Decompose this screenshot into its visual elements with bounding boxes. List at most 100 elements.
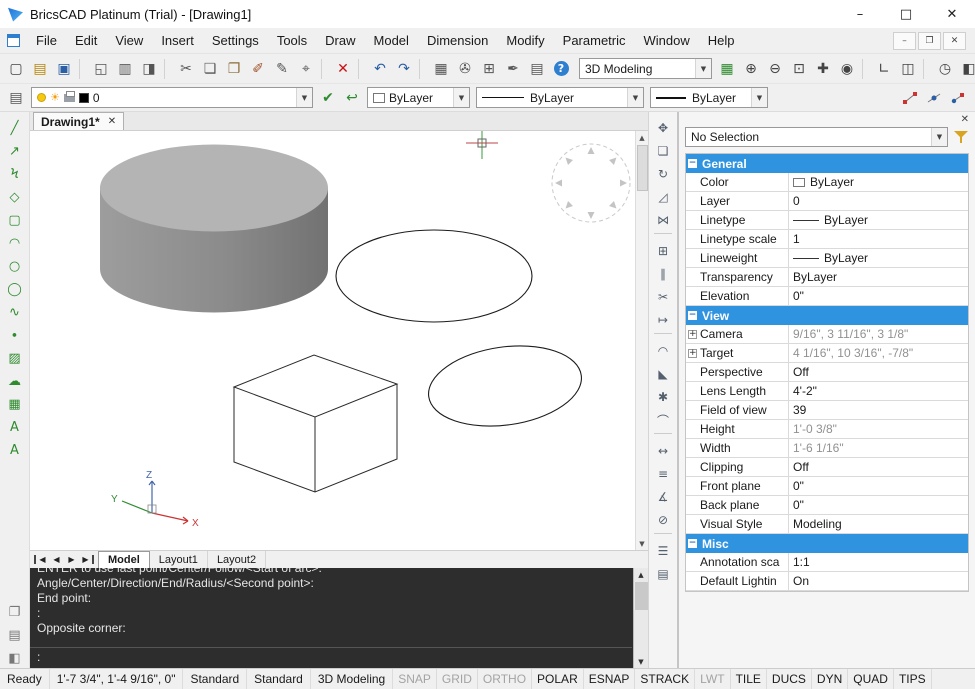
menu-item[interactable]: Draw	[316, 28, 364, 54]
property-value[interactable]: 39	[789, 403, 968, 417]
workspace-dropdown[interactable]: 3D Modeling ▼	[579, 58, 712, 79]
ellipse-icon[interactable]: ◯	[4, 279, 26, 299]
property-value[interactable]: ByLayer	[789, 213, 968, 227]
property-value[interactable]: ByLayer	[789, 270, 968, 284]
print-preview-icon[interactable]: ◱	[89, 57, 113, 81]
circle-icon[interactable]: ○	[4, 256, 26, 276]
property-value[interactable]: On	[789, 574, 968, 588]
sheet-set-icon[interactable]: ❐	[4, 602, 26, 622]
mdi-restore-button[interactable]: ❐	[918, 32, 941, 50]
zoom-window-icon[interactable]: ⊡	[787, 57, 811, 81]
zoom-out-icon[interactable]: ⊖	[763, 57, 787, 81]
chevron-down-icon[interactable]: ▼	[453, 88, 469, 107]
chevron-down-icon[interactable]: ▼	[751, 88, 767, 107]
offset-icon[interactable]: ∥	[652, 264, 674, 284]
property-value[interactable]: ByLayer	[789, 251, 968, 265]
collapse-icon[interactable]: −	[688, 539, 697, 548]
document-tab[interactable]: Drawing1* ✕	[33, 112, 124, 130]
menu-item[interactable]: View	[106, 28, 152, 54]
chevron-down-icon[interactable]: ▼	[931, 128, 947, 146]
section-header-view[interactable]: − View	[686, 306, 968, 325]
property-value[interactable]: 0"	[789, 498, 968, 512]
property-value[interactable]: 0"	[789, 479, 968, 493]
rectangle-icon[interactable]: ▢	[4, 210, 26, 230]
scale-icon[interactable]: ◿	[652, 187, 674, 207]
scroll-up-icon[interactable]: ▲	[634, 568, 648, 581]
toggle-polar[interactable]: POLAR	[532, 669, 584, 689]
look-icon[interactable]: ◉	[835, 57, 859, 81]
property-row[interactable]: Lens Length 4'-2"	[686, 382, 968, 401]
property-row[interactable]: Lineweight ByLayer	[686, 249, 968, 268]
last-layout-icon[interactable]: ▶	[79, 555, 94, 564]
property-value[interactable]: ByLayer	[789, 175, 968, 189]
property-value[interactable]: 0"	[789, 289, 968, 303]
delete-icon[interactable]: ✕	[331, 57, 355, 81]
property-value[interactable]: 1'-0 3/8"	[789, 422, 968, 436]
align-icon[interactable]: ≡	[652, 464, 674, 484]
expand-icon[interactable]: +	[688, 349, 697, 358]
menu-item[interactable]: Settings	[203, 28, 268, 54]
first-layout-icon[interactable]: ◀	[34, 555, 49, 564]
toggle-grid[interactable]: GRID	[437, 669, 478, 689]
drawing-explorer-icon[interactable]: ▤	[4, 625, 26, 645]
property-row[interactable]: + Target 4 1/16", 10 3/16", -7/8"	[686, 344, 968, 363]
section-header-misc[interactable]: − Misc	[686, 534, 968, 553]
line-icon[interactable]: ╱	[4, 118, 26, 138]
extend-icon[interactable]: ↦	[652, 310, 674, 330]
point-icon[interactable]: ∙	[4, 325, 26, 345]
snap-endpoint-icon[interactable]	[899, 86, 921, 110]
property-value[interactable]: Off	[789, 365, 968, 379]
ucs-icon[interactable]: ∟	[872, 57, 896, 81]
trim-icon[interactable]: ✂	[652, 287, 674, 307]
tab-layout1[interactable]: Layout1	[150, 551, 208, 568]
collapse-icon[interactable]: −	[688, 159, 697, 168]
property-row[interactable]: Clipping Off	[686, 458, 968, 477]
menu-item[interactable]: File	[27, 28, 66, 54]
menu-item[interactable]: Help	[699, 28, 744, 54]
mdi-close-button[interactable]: ✕	[943, 32, 966, 50]
menu-item[interactable]: Edit	[66, 28, 106, 54]
tab-close-icon[interactable]: ✕	[108, 116, 116, 127]
next-layout-icon[interactable]: ▶	[64, 555, 79, 564]
property-row[interactable]: Annotation sca 1:1	[686, 553, 968, 572]
toggle-quad[interactable]: QUAD	[848, 669, 894, 689]
layers-panel-icon[interactable]: ▤	[652, 564, 674, 584]
edit-icon[interactable]: ✎	[270, 57, 294, 81]
layer-previous-icon[interactable]: ↩	[340, 86, 364, 110]
panel-close-icon[interactable]: ✕	[961, 114, 969, 125]
property-row[interactable]: Field of view 39	[686, 401, 968, 420]
toggle-dyn[interactable]: DYN	[812, 669, 848, 689]
chevron-down-icon[interactable]: ▼	[296, 88, 312, 107]
property-row[interactable]: Color ByLayer	[686, 173, 968, 192]
explode-icon[interactable]: ✱	[652, 387, 674, 407]
toggle-lwt[interactable]: LWT	[695, 669, 730, 689]
drawing-canvas[interactable]: Z Y X	[30, 131, 648, 550]
properties-icon[interactable]: ☰	[652, 541, 674, 561]
new-file-icon[interactable]: ▢	[4, 57, 28, 81]
revision-cloud-icon[interactable]: ☁	[4, 371, 26, 391]
content-browser-icon[interactable]: ◧	[4, 648, 26, 668]
property-row[interactable]: + Camera 9/16", 3 11/16", 3 1/8"	[686, 325, 968, 344]
menu-item[interactable]: Parametric	[554, 28, 635, 54]
measure-icon[interactable]: ∡	[652, 487, 674, 507]
property-row[interactable]: Elevation 0"	[686, 287, 968, 306]
join-icon[interactable]: ⌒	[652, 410, 674, 430]
menu-item[interactable]: Model	[365, 28, 418, 54]
filter-icon[interactable]	[953, 129, 969, 145]
toggle-tips[interactable]: TIPS	[894, 669, 932, 689]
fields-icon[interactable]: ⊞	[477, 57, 501, 81]
copy-icon[interactable]: ❏	[198, 57, 222, 81]
orbit-icon[interactable]: ◷	[933, 57, 957, 81]
property-row[interactable]: Layer 0	[686, 192, 968, 211]
property-row[interactable]: Linetype scale 1	[686, 230, 968, 249]
chamfer-icon[interactable]: ◣	[652, 364, 674, 384]
snap-nearest-icon[interactable]	[947, 86, 969, 110]
command-input[interactable]: :	[30, 647, 632, 668]
command-scrollbar[interactable]: ▲ ▼	[633, 568, 648, 668]
visual-style-icon[interactable]: ◧	[957, 57, 975, 81]
toggle-esnap[interactable]: ESNAP	[584, 669, 636, 689]
property-row[interactable]: Linetype ByLayer	[686, 211, 968, 230]
toggle-ortho[interactable]: ORTHO	[478, 669, 532, 689]
menu-item[interactable]: Insert	[152, 28, 203, 54]
scrollbar-thumb[interactable]	[635, 582, 648, 610]
